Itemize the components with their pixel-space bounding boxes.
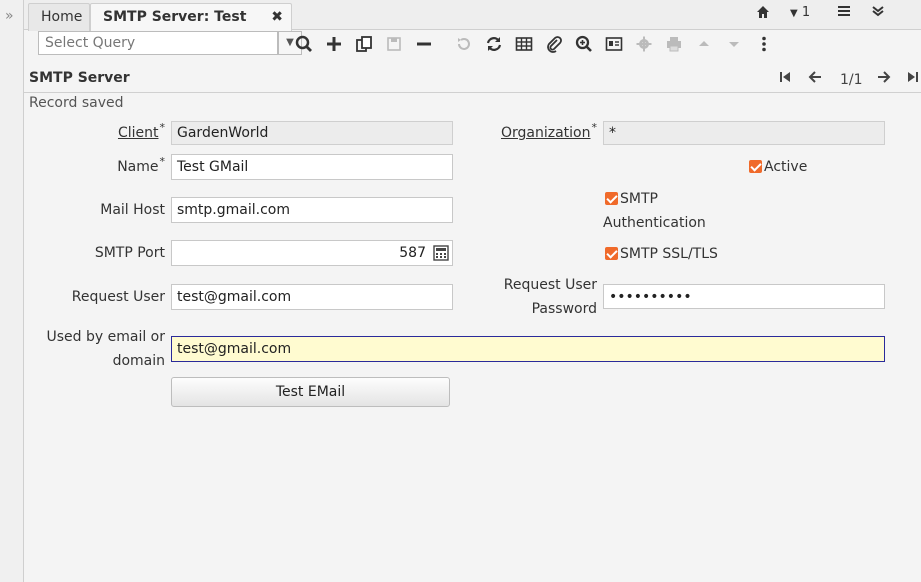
- test-email-button[interactable]: Test EMail: [171, 377, 450, 407]
- checkbox-checked-icon: [749, 160, 762, 173]
- first-record-icon[interactable]: [778, 70, 792, 90]
- print-icon[interactable]: [663, 33, 685, 55]
- chevron-down-icon[interactable]: [723, 33, 745, 55]
- menu-icon[interactable]: [838, 5, 850, 25]
- checkbox-checked-icon: [605, 247, 618, 260]
- used-by-email-label-line1: Used by email or: [46, 329, 166, 345]
- used-by-email-label-line2: domain: [112, 353, 165, 369]
- request-user-password-input[interactable]: ••••••••••: [603, 284, 885, 309]
- smtp-ssl-tls-label: SMTP SSL/TLS: [620, 246, 718, 262]
- smtp-authentication-label-line1: SMTP: [620, 191, 658, 207]
- name-input[interactable]: Test GMail: [171, 154, 453, 180]
- checkbox-checked-icon: [605, 192, 618, 205]
- notice-dropdown[interactable]: ▼ 1: [790, 5, 810, 25]
- mail-host-label: Mail Host: [100, 202, 165, 218]
- tab-home-label: Home: [41, 9, 83, 25]
- smtp-port-value: 587: [399, 245, 426, 261]
- collapse-icon[interactable]: [872, 5, 884, 25]
- next-record-icon[interactable]: [877, 70, 891, 90]
- tab-home[interactable]: Home: [28, 3, 90, 31]
- toolbar: Select Query ▼: [24, 30, 921, 62]
- left-panel-strip: »: [0, 0, 24, 582]
- attachment-icon[interactable]: [543, 33, 565, 55]
- request-user-label: Request User: [71, 289, 165, 305]
- select-query-input[interactable]: Select Query: [38, 31, 278, 55]
- close-tab-icon[interactable]: ✖: [271, 4, 283, 30]
- request-user-password-label-line1: Request User: [503, 277, 597, 293]
- request-user-input[interactable]: test@gmail.com: [171, 284, 453, 310]
- last-record-icon[interactable]: [906, 70, 920, 90]
- save-icon[interactable]: [383, 33, 405, 55]
- chevron-up-icon[interactable]: [693, 33, 715, 55]
- smtp-port-label: SMTP Port: [94, 245, 165, 261]
- tab-smtp-server[interactable]: SMTP Server: Test GMail ✖: [90, 3, 292, 51]
- more-options-icon[interactable]: [753, 33, 775, 55]
- mail-host-input[interactable]: smtp.gmail.com: [171, 197, 453, 223]
- organization-label[interactable]: Organization*: [480, 121, 597, 145]
- active-label: Active: [764, 159, 808, 175]
- home-icon[interactable]: [756, 5, 770, 25]
- name-label: Name*: [117, 155, 165, 175]
- record-position: 1/1: [840, 72, 863, 88]
- smtp-authentication-label-line2: Authentication: [603, 215, 706, 231]
- chevron-down-icon: ▼: [790, 8, 798, 19]
- search-icon[interactable]: [293, 33, 315, 55]
- calculator-icon[interactable]: [433, 245, 449, 261]
- smtp-port-input[interactable]: 587: [171, 240, 453, 266]
- expand-panel-icon[interactable]: »: [5, 8, 14, 24]
- zoom-across-icon[interactable]: [573, 33, 595, 55]
- status-message: Record saved: [29, 95, 124, 111]
- request-user-password-label-line2: Password: [531, 301, 597, 317]
- header-divider: [24, 92, 921, 93]
- report-icon[interactable]: [603, 33, 625, 55]
- copy-record-icon[interactable]: [353, 33, 375, 55]
- used-by-email-input[interactable]: test@gmail.com: [171, 336, 885, 362]
- organization-field[interactable]: *: [603, 121, 885, 145]
- active-checkbox[interactable]: Active: [749, 155, 807, 179]
- delete-record-icon[interactable]: [413, 33, 435, 55]
- previous-record-icon[interactable]: [808, 70, 822, 90]
- grid-toggle-icon[interactable]: [513, 33, 535, 55]
- new-record-icon[interactable]: [323, 33, 345, 55]
- smtp-authentication-checkbox[interactable]: SMTP: [605, 187, 658, 211]
- smtp-ssl-tls-checkbox[interactable]: SMTP SSL/TLS: [605, 242, 718, 266]
- gear-icon[interactable]: [633, 33, 655, 55]
- refresh-icon[interactable]: [483, 33, 505, 55]
- notice-count: 1: [801, 5, 811, 20]
- tab-bar: Home SMTP Server: Test GMail ✖ ▼ 1: [24, 0, 921, 51]
- undo-icon[interactable]: [453, 33, 475, 55]
- client-label[interactable]: Client*: [60, 121, 165, 145]
- client-field[interactable]: GardenWorld: [171, 121, 453, 145]
- window-title: SMTP Server: [29, 70, 130, 86]
